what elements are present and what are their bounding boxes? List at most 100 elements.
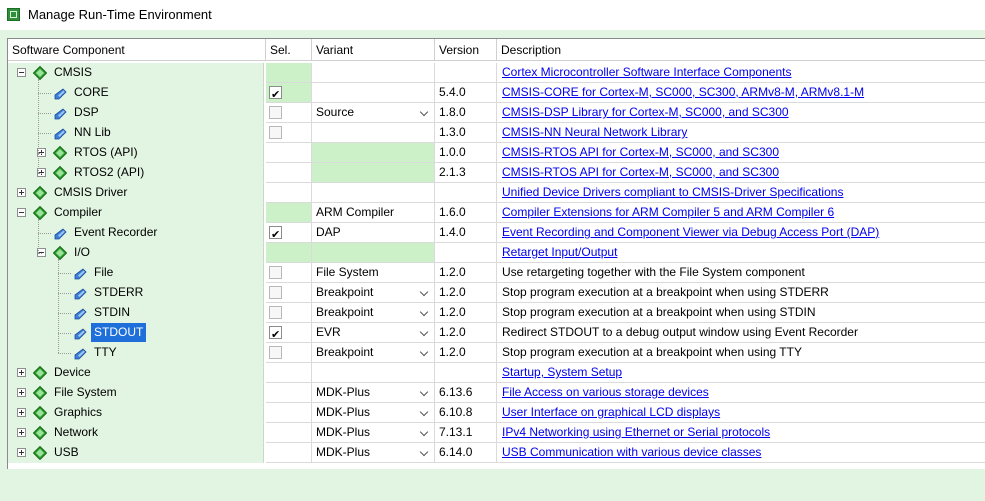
description-link[interactable]: CMSIS-CORE for Cortex-M, SC000, SC300, A… [502, 85, 864, 99]
description-link[interactable]: Retarget Input/Output [502, 245, 617, 259]
select-checkbox[interactable] [269, 126, 282, 139]
variant-cell[interactable]: MDK-Plus [312, 423, 435, 443]
column-header-description[interactable]: Description [497, 39, 985, 61]
select-checkbox[interactable] [269, 346, 282, 359]
component-cell: File [8, 263, 264, 283]
component-name[interactable]: File [91, 263, 116, 282]
chevron-down-icon[interactable] [418, 445, 432, 460]
component-name[interactable]: CORE [71, 83, 112, 102]
description-link[interactable]: Compiler Extensions for ARM Compiler 5 a… [502, 205, 834, 219]
sel-cell [266, 183, 312, 203]
select-checkbox[interactable] [269, 85, 282, 102]
tree-row: DSP Source 1.8.0 CMSIS-DSP Library for Cort… [8, 103, 985, 123]
variant-cell [312, 143, 435, 163]
expand-icon[interactable] [17, 428, 26, 437]
gem-icon [32, 445, 48, 461]
version-cell: 5.4.0 [435, 83, 497, 103]
component-name[interactable]: TTY [91, 343, 120, 362]
select-checkbox[interactable] [269, 106, 282, 119]
description-cell: File Access on various storage devices [497, 383, 985, 403]
chevron-down-icon[interactable] [418, 345, 432, 360]
chevron-down-icon[interactable] [418, 285, 432, 300]
sel-cell [266, 263, 312, 283]
collapse-icon[interactable] [17, 208, 26, 217]
description-link[interactable]: Unified Device Drivers compliant to CMSI… [502, 185, 843, 199]
component-name[interactable]: Graphics [51, 403, 105, 422]
description-link[interactable]: CMSIS-DSP Library for Cortex-M, SC000, a… [502, 105, 789, 119]
component-name[interactable]: CMSIS Driver [51, 183, 130, 202]
sel-cell [266, 123, 312, 143]
component-name[interactable]: USB [51, 443, 82, 462]
column-header-version[interactable]: Version [435, 39, 497, 61]
expand-icon[interactable] [17, 448, 26, 457]
variant-cell[interactable]: Breakpoint [312, 283, 435, 303]
variant-cell[interactable]: EVR [312, 323, 435, 343]
variant-cell[interactable]: Breakpoint [312, 303, 435, 323]
description-link[interactable]: IPv4 Networking using Ethernet or Serial… [502, 425, 770, 439]
description-link[interactable]: CMSIS-RTOS API for Cortex-M, SC000, and … [502, 145, 779, 159]
description-link[interactable]: CMSIS-NN Neural Network Library [502, 125, 687, 139]
chevron-down-icon[interactable] [418, 385, 432, 400]
component-name[interactable]: RTOS2 (API) [71, 163, 147, 182]
column-header-variant[interactable]: Variant [312, 39, 435, 61]
gem-icon [52, 245, 68, 261]
select-checkbox[interactable] [269, 325, 282, 342]
component-name[interactable]: File System [51, 383, 120, 402]
column-header-component[interactable]: Software Component [8, 39, 266, 61]
component-name[interactable]: DSP [71, 103, 102, 122]
description-cell: Startup, System Setup [497, 363, 985, 383]
gem-icon [32, 365, 48, 381]
variant-cell[interactable]: MDK-Plus [312, 443, 435, 463]
select-checkbox[interactable] [269, 306, 282, 319]
description-cell: Compiler Extensions for ARM Compiler 5 a… [497, 203, 985, 223]
component-name[interactable]: Device [51, 363, 94, 382]
component-name[interactable]: NN Lib [71, 123, 114, 142]
chevron-down-icon[interactable] [418, 305, 432, 320]
variant-cell[interactable]: MDK-Plus [312, 383, 435, 403]
chevron-down-icon[interactable] [418, 325, 432, 340]
component-name[interactable]: CMSIS [51, 63, 95, 82]
version-cell: 6.14.0 [435, 443, 497, 463]
expand-icon[interactable] [17, 368, 26, 377]
expand-icon[interactable] [17, 188, 26, 197]
variant-value: DAP [316, 225, 341, 239]
description-link[interactable]: Event Recording and Component Viewer via… [502, 225, 879, 239]
component-name[interactable]: Compiler [51, 203, 105, 222]
sel-cell [266, 323, 312, 343]
description-link[interactable]: Cortex Microcontroller Software Interfac… [502, 65, 791, 79]
description-link[interactable]: USB Communication with various device cl… [502, 445, 761, 459]
description-link[interactable]: Startup, System Setup [502, 365, 622, 379]
select-checkbox[interactable] [269, 266, 282, 279]
chevron-down-icon[interactable] [418, 425, 432, 440]
component-name[interactable]: Network [51, 423, 101, 442]
description-link[interactable]: File Access on various storage devices [502, 385, 709, 399]
select-checkbox[interactable] [269, 286, 282, 299]
select-checkbox[interactable] [269, 225, 282, 242]
tree-connector-line [58, 313, 71, 314]
component-name[interactable]: RTOS (API) [71, 143, 141, 162]
description-link[interactable]: User Interface on graphical LCD displays [502, 405, 720, 419]
variant-cell[interactable]: MDK-Plus [312, 403, 435, 423]
variant-cell[interactable]: Source [312, 103, 435, 123]
component-name[interactable]: STDERR [91, 283, 146, 302]
component-tree-grid: Software Component Sel. Variant Version … [7, 38, 985, 469]
version-cell [435, 183, 497, 203]
component-name[interactable]: Event Recorder [71, 223, 160, 242]
variant-cell: ARM Compiler [312, 203, 435, 223]
variant-cell[interactable]: Breakpoint [312, 343, 435, 363]
tree-row: STDIN Breakpoint 1.2.0 Stop program executi… [8, 303, 985, 323]
column-header-sel[interactable]: Sel. [266, 39, 312, 61]
component-name[interactable]: I/O [71, 243, 93, 262]
collapse-icon[interactable] [17, 68, 26, 77]
expand-icon[interactable] [17, 388, 26, 397]
chevron-down-icon[interactable] [418, 105, 432, 120]
description-link[interactable]: CMSIS-RTOS API for Cortex-M, SC000, and … [502, 165, 779, 179]
component-name[interactable]: STDOUT [91, 323, 147, 342]
component-name[interactable]: STDIN [91, 303, 133, 322]
chevron-down-icon[interactable] [418, 405, 432, 420]
component-cell: CMSIS Driver [8, 183, 264, 203]
component-cell: I/O [8, 243, 264, 263]
expand-icon[interactable] [17, 408, 26, 417]
gem-icon [52, 165, 68, 181]
variant-cell [312, 363, 435, 383]
